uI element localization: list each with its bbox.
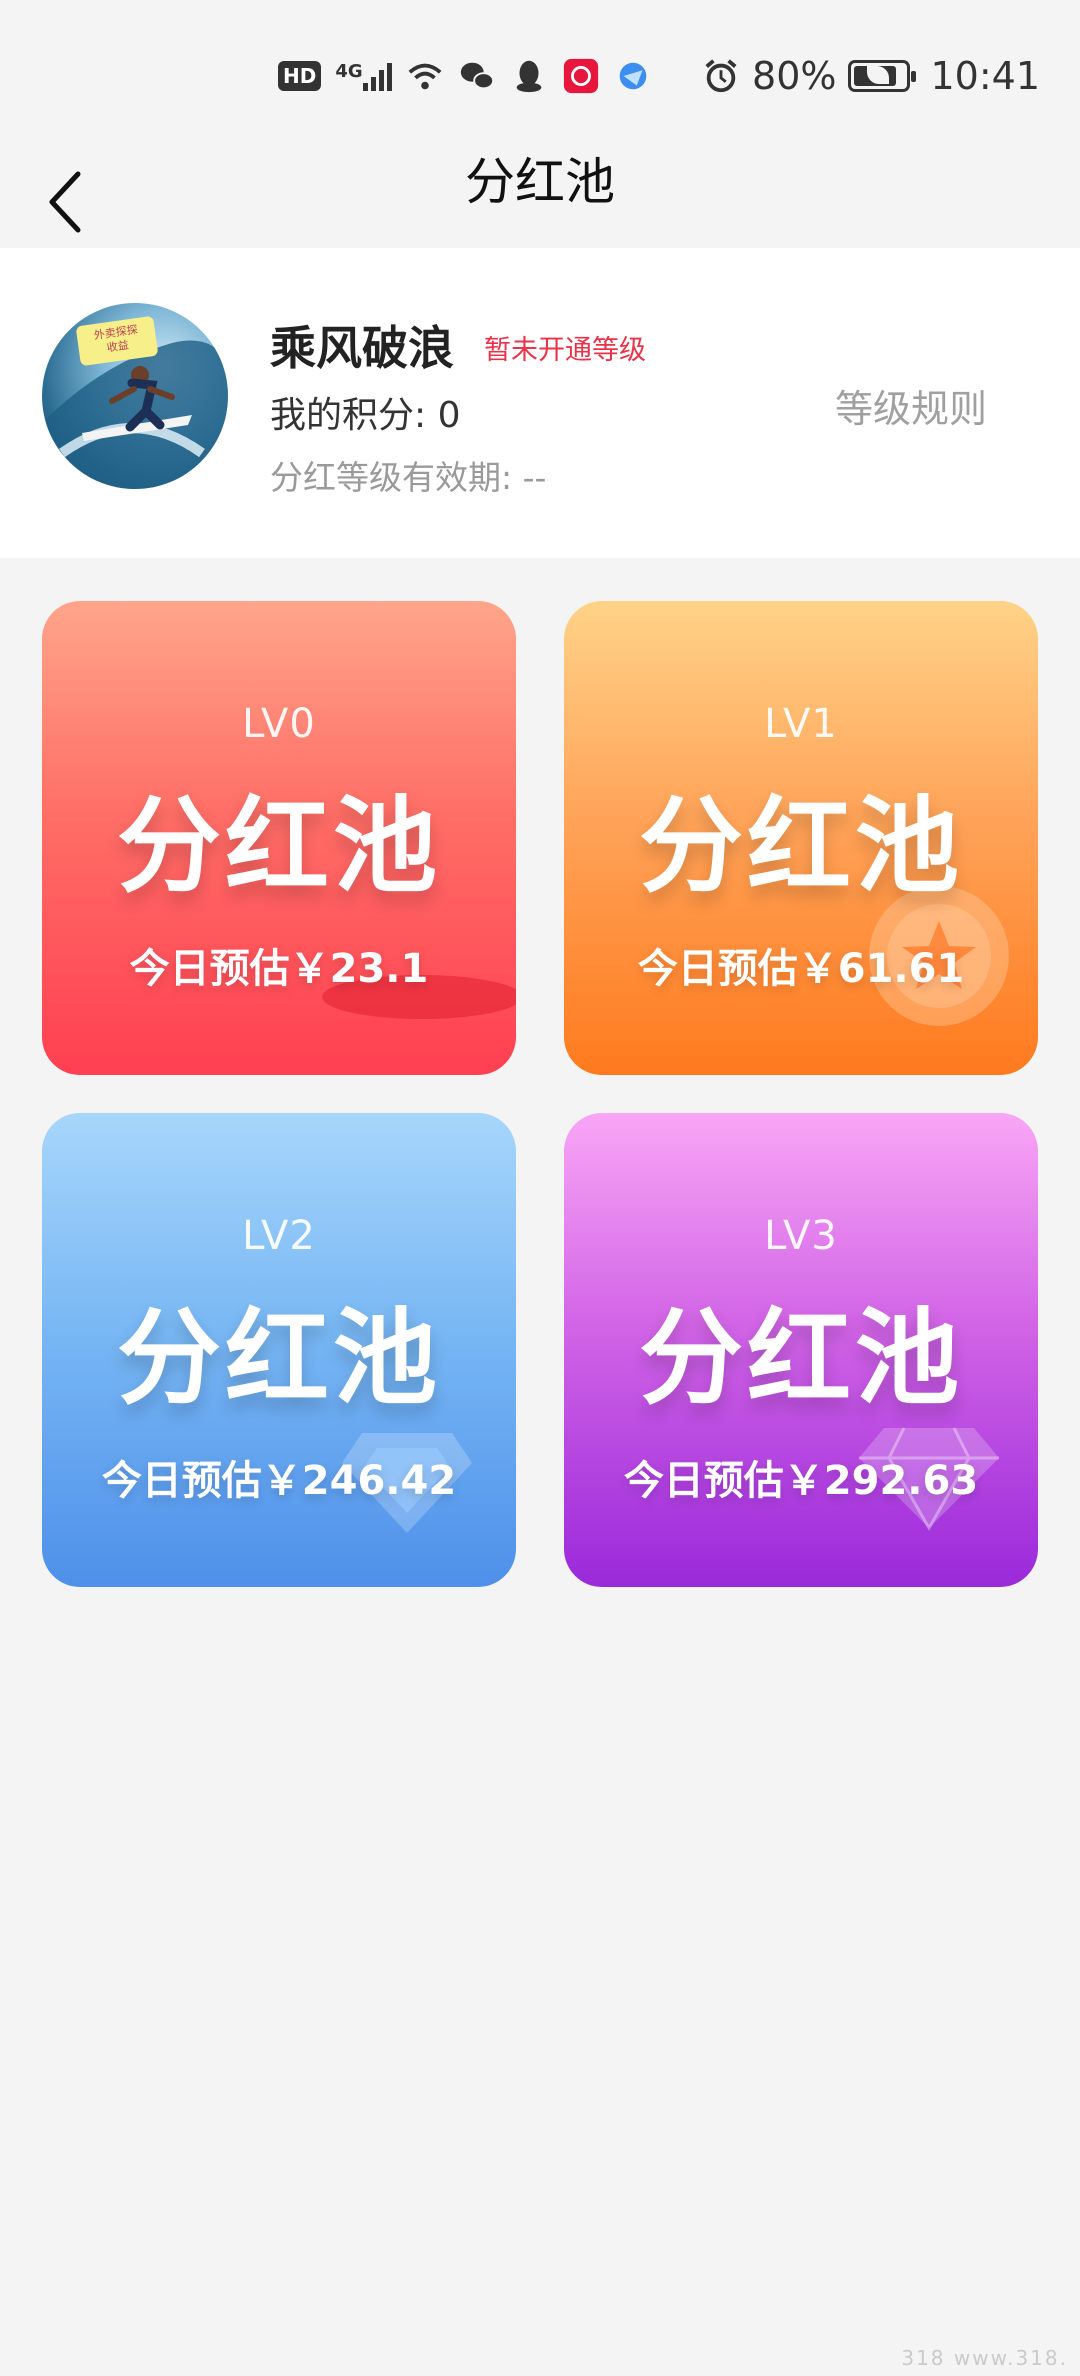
- alarm-icon: [705, 59, 737, 93]
- pool-estimate: 今日预估￥23.1: [129, 946, 429, 992]
- pool-card-lv3[interactable]: LV3 分红池 今日预估￥292.63: [564, 1113, 1038, 1587]
- pool-name: 分红池: [116, 1297, 441, 1419]
- back-button[interactable]: [40, 160, 120, 240]
- pool-level: LV1: [764, 701, 838, 747]
- level-status-badge: 暂未开通等级: [484, 335, 646, 366]
- pool-estimate: 今日预估￥61.61: [637, 946, 965, 992]
- qq-icon: [516, 60, 542, 93]
- status-icons-right: 80% 10:41: [702, 54, 1040, 98]
- wechat-icon: [460, 62, 494, 90]
- pool-level: LV2: [242, 1213, 316, 1259]
- points-text: 我的积分: 0: [270, 395, 461, 436]
- pool-card-lv2[interactable]: LV2 分红池 今日预估￥246.42: [42, 1113, 516, 1587]
- pool-name: 分红池: [638, 1297, 963, 1419]
- pool-level: LV3: [764, 1213, 838, 1259]
- wifi-icon: [408, 63, 442, 90]
- pool-name: 分红池: [116, 785, 441, 907]
- pool-estimate: 今日预估￥292.63: [623, 1458, 979, 1504]
- battery-percent: 80%: [752, 54, 837, 98]
- user-name: 乘风破浪: [270, 321, 454, 375]
- clock: 10:41: [930, 54, 1040, 98]
- pool-level: LV0: [242, 701, 316, 747]
- pool-name: 分红池: [638, 785, 963, 907]
- page-title: 分红池: [465, 153, 615, 211]
- status-icons-left: HD 4G: [278, 54, 652, 98]
- avatar: 外卖探探 收益: [42, 303, 228, 489]
- status-bar: HD 4G 80% 10:41: [0, 0, 1080, 150]
- browser-icon: [619, 62, 646, 90]
- cellular-signal-icon: 4G: [335, 61, 392, 91]
- profile-card: 外卖探探 收益 乘风破浪 暂未开通等级 我的积分: 0 分红等级有效期: -- …: [0, 248, 1080, 558]
- pool-card-lv1[interactable]: LV1 分红池 今日预估￥61.61: [564, 601, 1038, 1075]
- app-notification-icon: [563, 58, 598, 94]
- nav-bar: 分红池: [0, 150, 1080, 248]
- hd-icon: HD: [278, 61, 322, 91]
- watermark: 318 www.318.: [901, 2346, 1068, 2370]
- pool-card-lv0[interactable]: LV0 分红池 今日预估￥23.1: [42, 601, 516, 1075]
- chevron-left-icon: [49, 171, 81, 233]
- level-rules-link[interactable]: 等级规则: [835, 378, 987, 433]
- battery-icon: [848, 60, 917, 92]
- validity-text: 分红等级有效期: --: [270, 458, 547, 497]
- pool-estimate: 今日预估￥246.42: [101, 1458, 457, 1504]
